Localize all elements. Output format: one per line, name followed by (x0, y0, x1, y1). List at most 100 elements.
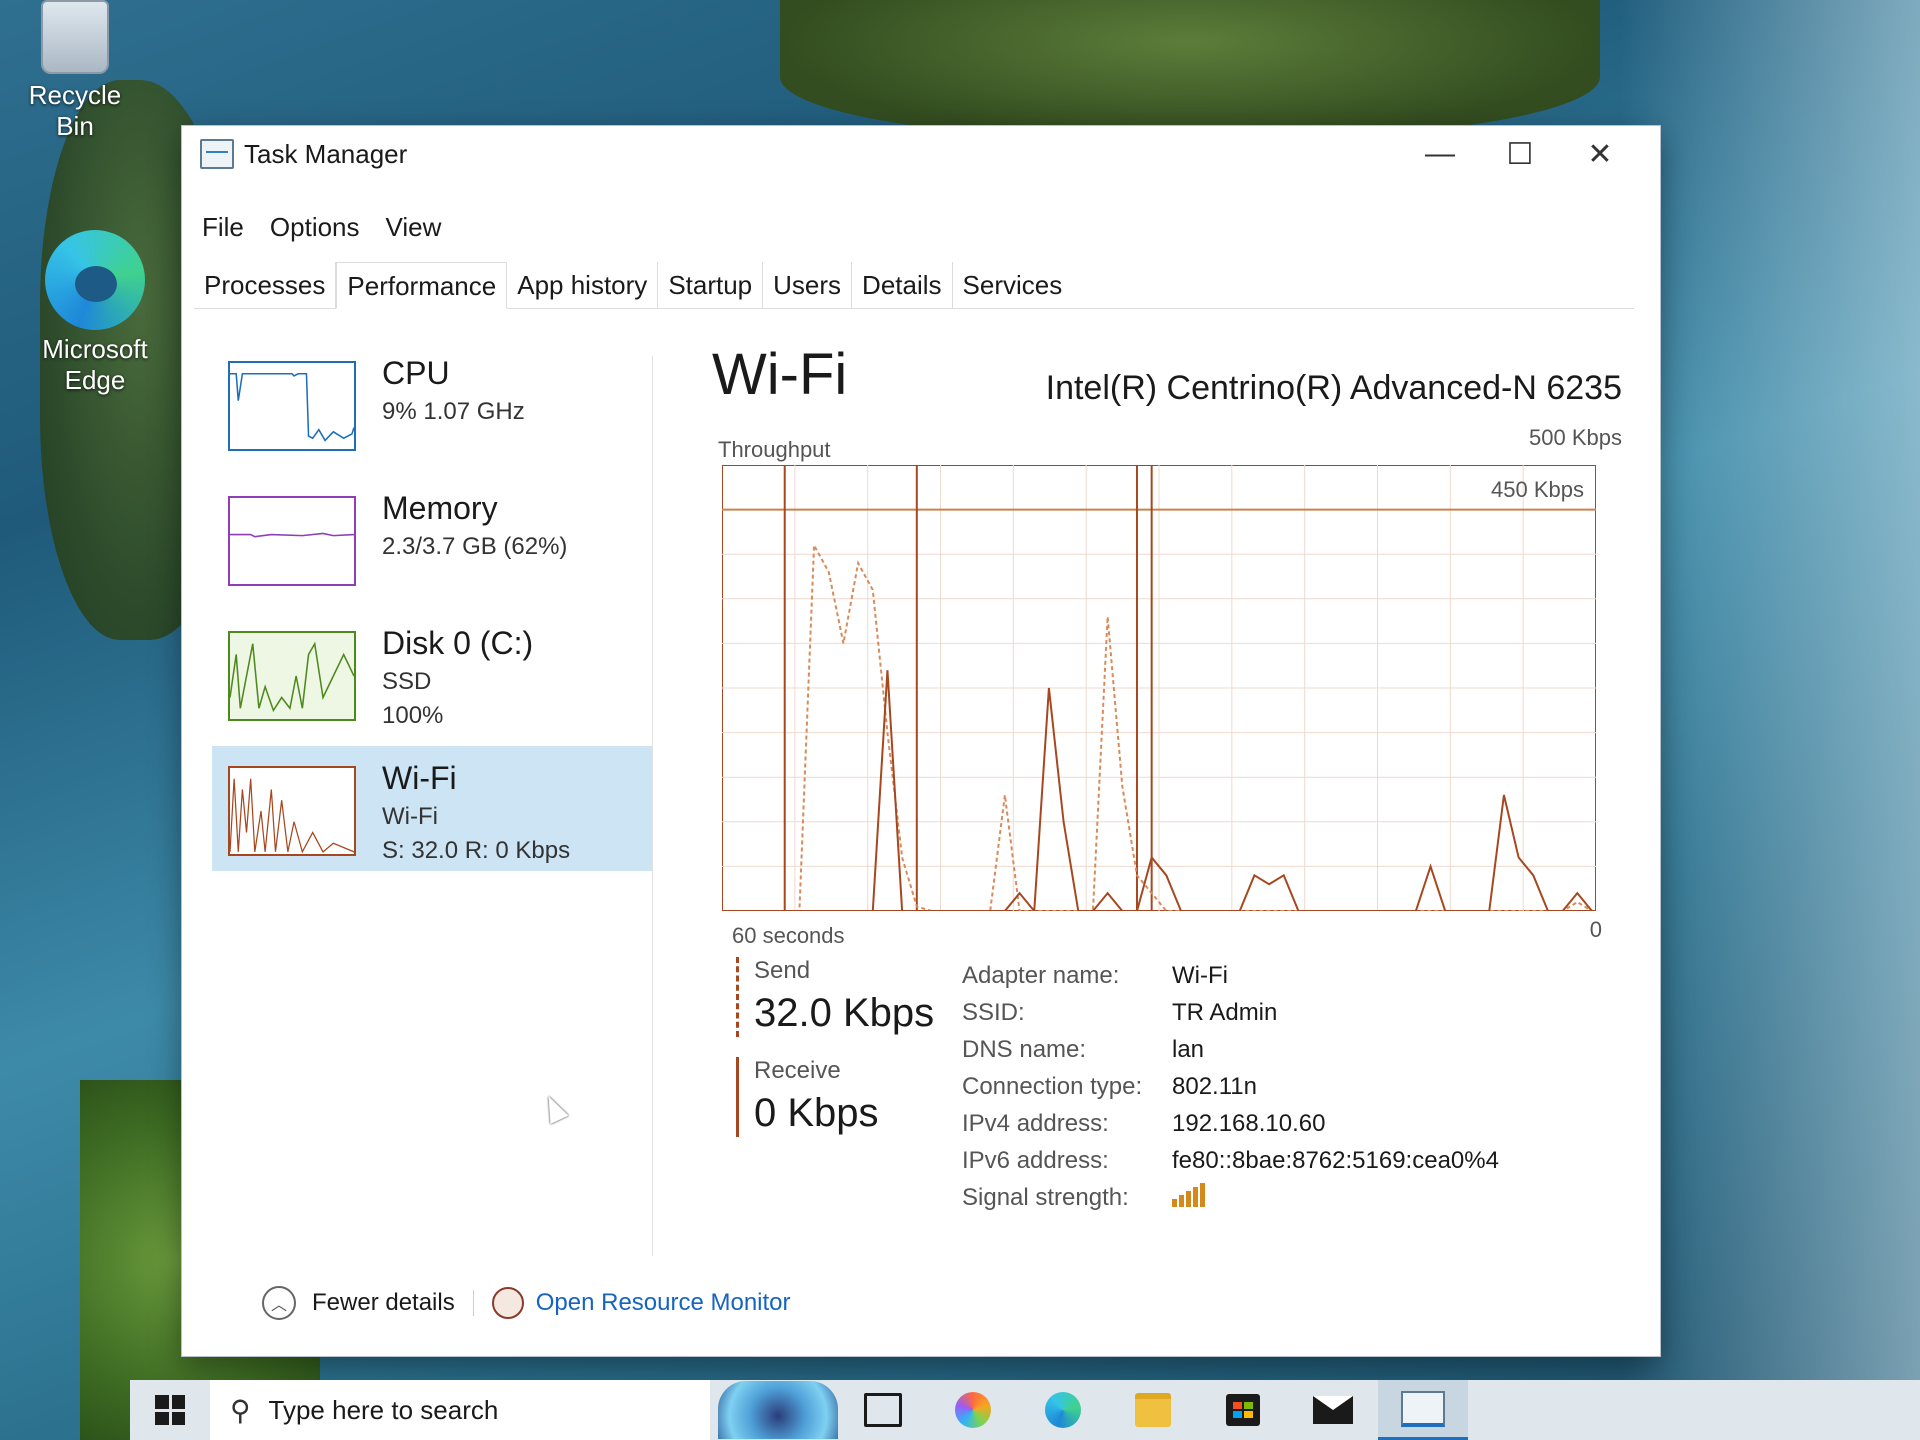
prop-key: IPv4 address: (962, 1109, 1109, 1137)
sidebar-subtitle: SSD (382, 668, 432, 695)
search-highlight-image[interactable] (718, 1381, 838, 1439)
send-label: Send (754, 957, 811, 984)
page-title: Wi-Fi (712, 342, 848, 407)
prop-row: Adapter name: Wi-Fi (962, 957, 1499, 994)
prop-key: Connection type: (962, 1072, 1143, 1100)
prop-value: TR Admin (1172, 998, 1278, 1026)
tab-startup[interactable]: Startup (658, 262, 764, 308)
prop-row: IPv4 address: 192.168.10.60 (962, 1105, 1499, 1142)
window-footer: ︿ Fewer details Open Resource Monitor (262, 1286, 791, 1320)
sidebar-title: Memory (382, 490, 498, 526)
task-view-icon (864, 1393, 902, 1427)
resource-monitor-icon (491, 1287, 524, 1319)
graph-label: Throughput (718, 437, 831, 462)
sidebar-subtitle: Wi-Fi (382, 803, 438, 830)
disk-thumbnail-graph (228, 631, 356, 721)
edge-icon (1045, 1392, 1081, 1428)
prop-row: SSID: TR Admin (962, 994, 1499, 1031)
tab-processes[interactable]: Processes (194, 262, 337, 308)
cpu-thumbnail-graph (228, 361, 356, 451)
sidebar-subtitle-2: 100% (382, 702, 444, 729)
menu-options[interactable]: Options (270, 212, 360, 243)
sidebar-subtitle: 2.3/3.7 GB (62%) (382, 533, 568, 560)
mail-icon (1313, 1396, 1353, 1424)
sidebar-item-memory[interactable]: Memory 2.3/3.7 GB (62%) (212, 476, 652, 601)
prop-key: Signal strength: (962, 1183, 1129, 1211)
sidebar-item-cpu[interactable]: CPU 9% 1.07 GHz (212, 341, 652, 466)
prop-row: Signal strength: (962, 1179, 1499, 1216)
prop-row: DNS name: lan (962, 1031, 1499, 1068)
signal-strength (1172, 1181, 1205, 1214)
prop-row: Connection type: 802.11n (962, 1068, 1499, 1105)
graph-zero-label: 0 (1589, 917, 1602, 942)
throughput-graph: 450 Kbps (722, 465, 1596, 911)
tab-services[interactable]: Services (953, 262, 1073, 308)
prop-key: Adapter name: (962, 961, 1120, 989)
edge-taskbar-button[interactable] (1018, 1380, 1108, 1440)
sidebar-subtitle: 9% 1.07 GHz (382, 398, 525, 425)
maximize-button[interactable]: ☐ (1480, 126, 1560, 182)
prop-key: DNS name: (962, 1035, 1087, 1063)
store-button[interactable] (1198, 1380, 1288, 1440)
sidebar-item-wifi[interactable]: Wi-Fi Wi-Fi S: 32.0 R: 0 Kbps (212, 746, 652, 871)
chevron-up-icon[interactable]: ︿ (262, 1286, 296, 1320)
performance-sidebar: CPU 9% 1.07 GHz Memory 2.3/3.7 GB (62%) (212, 341, 652, 881)
menu-file[interactable]: File (202, 212, 244, 243)
panel-divider (652, 356, 653, 1256)
window-title: Task Manager (244, 138, 408, 169)
desktop-icon-edge[interactable]: Microsoft Edge (30, 230, 160, 396)
footer-divider (472, 1290, 474, 1316)
copilot-button[interactable] (928, 1380, 1018, 1440)
recycle-bin-icon (41, 0, 109, 74)
signal-strength-icon (1172, 1181, 1205, 1207)
prop-key: SSID: (962, 998, 1025, 1026)
mail-button[interactable] (1288, 1380, 1378, 1440)
send-legend-swatch (736, 957, 742, 1037)
adapter-description: Intel(R) Centrino(R) Advanced-N 6235 (1045, 369, 1622, 407)
task-manager-taskbar-button[interactable] (1378, 1380, 1468, 1440)
time-span-label: 60 seconds (732, 923, 845, 948)
sidebar-title: Wi-Fi (382, 760, 457, 796)
prop-value: 192.168.10.60 (1172, 1109, 1326, 1137)
prop-value: 802.11n (1172, 1072, 1257, 1100)
throughput-chart-svg: 450 Kbps (722, 465, 1596, 911)
tab-details[interactable]: Details (852, 262, 953, 308)
task-manager-icon (200, 139, 234, 169)
close-button[interactable]: ✕ (1560, 126, 1640, 182)
prop-row: IPv6 address: fe80::8bae:8762:5169:cea0%… (962, 1142, 1499, 1179)
sidebar-item-disk[interactable]: Disk 0 (C:) SSD 100% (212, 611, 652, 736)
file-explorer-button[interactable] (1108, 1380, 1198, 1440)
task-manager-window: Task Manager — ☐ ✕ File Options View Pro… (182, 126, 1660, 1356)
folder-icon (1135, 1393, 1171, 1427)
task-manager-icon (1401, 1390, 1445, 1427)
send-value: 32.0 Kbps (754, 991, 935, 1035)
sidebar-title: Disk 0 (C:) (382, 625, 534, 661)
fewer-details-button[interactable]: Fewer details (312, 1289, 455, 1317)
windows-logo-icon (155, 1395, 185, 1425)
reference-line-label: 450 Kbps (1491, 477, 1584, 502)
receive-label: Receive (754, 1057, 841, 1084)
menu-bar: File Options View (202, 212, 441, 243)
sidebar-title: CPU (382, 355, 450, 391)
tab-app-history[interactable]: App history (507, 262, 659, 308)
desktop-sea-foam (1620, 0, 1920, 1440)
search-placeholder: Type here to search (268, 1394, 499, 1425)
graph-max-label: 500 Kbps (1529, 425, 1622, 450)
tab-performance[interactable]: Performance (336, 262, 508, 309)
desktop-icon-label: Recycle Bin (28, 80, 122, 141)
open-resource-monitor-link[interactable]: Open Resource Monitor (536, 1289, 791, 1317)
task-view-button[interactable] (838, 1380, 928, 1440)
title-bar[interactable]: Task Manager — ☐ ✕ (182, 126, 1660, 182)
menu-view[interactable]: View (386, 212, 442, 243)
taskbar-search-box[interactable]: ⚲ Type here to search (210, 1380, 710, 1440)
receive-legend-swatch (736, 1057, 739, 1137)
start-button[interactable] (130, 1380, 210, 1440)
minimize-button[interactable]: — (1400, 126, 1480, 182)
memory-thumbnail-graph (228, 496, 356, 586)
desktop-icon-recycle-bin[interactable]: Recycle Bin (10, 0, 140, 142)
tab-users[interactable]: Users (763, 262, 853, 308)
desktop-rock-top (780, 0, 1600, 140)
sidebar-subtitle-2: S: 32.0 R: 0 Kbps (382, 837, 571, 864)
desktop-icon-label: Microsoft Edge (42, 334, 148, 395)
prop-value: Wi-Fi (1172, 961, 1228, 989)
